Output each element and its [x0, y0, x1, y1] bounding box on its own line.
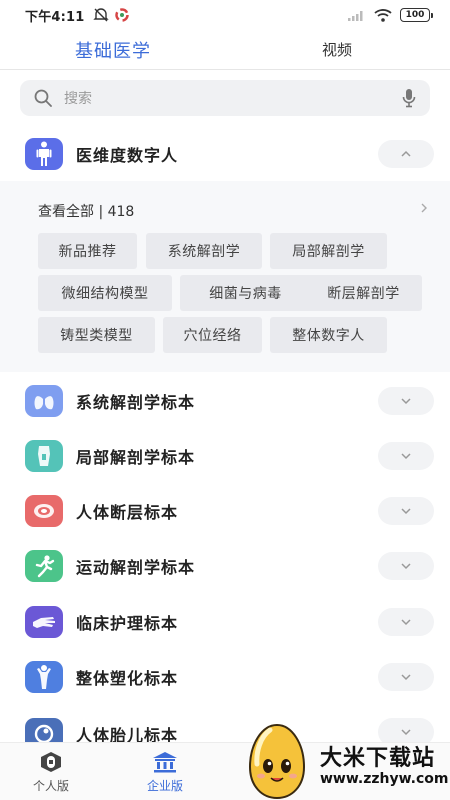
category-label: 人体断层标本 [76, 503, 179, 522]
battery-indicator: 100 [400, 8, 433, 22]
category-row-digital-human[interactable]: 医维度数字人 [0, 130, 450, 178]
personal-icon [41, 752, 61, 772]
category-row-systematic[interactable]: 系统解剖学标本 [0, 377, 450, 425]
wifi-icon [374, 8, 392, 22]
expand-toggle[interactable] [378, 497, 434, 525]
tag-whole-digital-human[interactable]: 整体数字人 [270, 317, 387, 353]
status-time: 下午4:11 [25, 9, 85, 25]
search-bar[interactable]: 搜索 [20, 80, 430, 116]
chevron-right-icon[interactable] [420, 201, 428, 215]
watermark-title: 大米下载站 [320, 746, 436, 771]
category-row-regional[interactable]: 局部解剖学标本 [0, 432, 450, 480]
torso-icon [25, 440, 63, 472]
muted-alarm-icon [92, 8, 109, 22]
chevron-down-icon [401, 453, 411, 460]
chevron-down-icon [401, 619, 411, 626]
microphone-icon[interactable] [402, 88, 416, 108]
tab-basic-medicine[interactable]: 基础医学 [75, 37, 151, 63]
category-label: 临床护理标本 [76, 614, 179, 633]
expand-toggle[interactable] [378, 387, 434, 415]
category-row-plastination[interactable]: 整体塑化标本 [0, 653, 450, 701]
lungs-icon [25, 385, 63, 417]
view-all-link[interactable]: 查看全部 | 418 [38, 201, 134, 221]
top-tab-bar: 基础医学 视频 [0, 30, 450, 70]
category-label: 系统解剖学标本 [76, 393, 196, 412]
tag-sectional-anatomy[interactable]: 断层解剖学 [305, 275, 422, 311]
nav-personal[interactable]: 个人版 [33, 751, 69, 794]
running-icon [25, 550, 63, 582]
expand-toggle[interactable] [378, 608, 434, 636]
chevron-up-icon [401, 150, 411, 157]
chevron-down-icon [401, 674, 411, 681]
collapse-toggle[interactable] [378, 140, 434, 168]
category-row-sports[interactable]: 运动解剖学标本 [0, 542, 450, 590]
body-figure-icon [25, 661, 63, 693]
nav-personal-label: 个人版 [33, 779, 70, 793]
status-bar: 下午4:11 100 [0, 0, 450, 30]
enterprise-icon [153, 752, 177, 773]
expand-toggle[interactable] [378, 552, 434, 580]
watermark: 大米下载站 www.zzhyw.com [240, 722, 450, 800]
nav-enterprise[interactable]: 企业版 [147, 751, 183, 794]
category-label: 医维度数字人 [76, 146, 179, 165]
tag-bacteria-viruses[interactable]: 细菌与病毒 [180, 275, 311, 311]
search-input[interactable]: 搜索 [64, 88, 402, 108]
category-label: 局部解剖学标本 [76, 448, 196, 467]
rice-grain-logo-icon [248, 723, 306, 800]
expand-toggle[interactable] [378, 442, 434, 470]
search-icon [34, 89, 52, 107]
chevron-down-icon [401, 508, 411, 515]
tag-acupoints-meridians[interactable]: 穴位经络 [163, 317, 262, 353]
category-label: 人体胎儿标本 [76, 726, 179, 742]
tag-microstructure-models[interactable]: 微细结构模型 [38, 275, 172, 311]
category-label: 整体塑化标本 [76, 669, 179, 688]
tag-systematic-anatomy[interactable]: 系统解剖学 [146, 233, 262, 269]
category-label: 运动解剖学标本 [76, 558, 196, 577]
tag-new-products[interactable]: 新品推荐 [38, 233, 137, 269]
hand-icon [25, 606, 63, 638]
tag-cast-models[interactable]: 铸型类模型 [38, 317, 155, 353]
tab-video[interactable]: 视频 [322, 39, 352, 60]
fetus-icon [25, 718, 63, 742]
human-body-icon [25, 138, 63, 170]
expand-toggle[interactable] [378, 663, 434, 691]
category-row-sectional[interactable]: 人体断层标本 [0, 487, 450, 535]
category-expanded-panel: 查看全部 | 418 新品推荐 系统解剖学 局部解剖学 微细结构模型 细菌与病毒… [0, 181, 450, 372]
tag-regional-anatomy[interactable]: 局部解剖学 [270, 233, 387, 269]
cross-section-icon [25, 495, 63, 527]
app-notification-icon [114, 8, 129, 22]
watermark-url: www.zzhyw.com [320, 771, 449, 787]
category-row-clinical-nursing[interactable]: 临床护理标本 [0, 598, 450, 646]
nav-enterprise-label: 企业版 [147, 779, 184, 793]
chevron-down-icon [401, 398, 411, 405]
chevron-down-icon [401, 563, 411, 570]
signal-icon [348, 11, 363, 21]
